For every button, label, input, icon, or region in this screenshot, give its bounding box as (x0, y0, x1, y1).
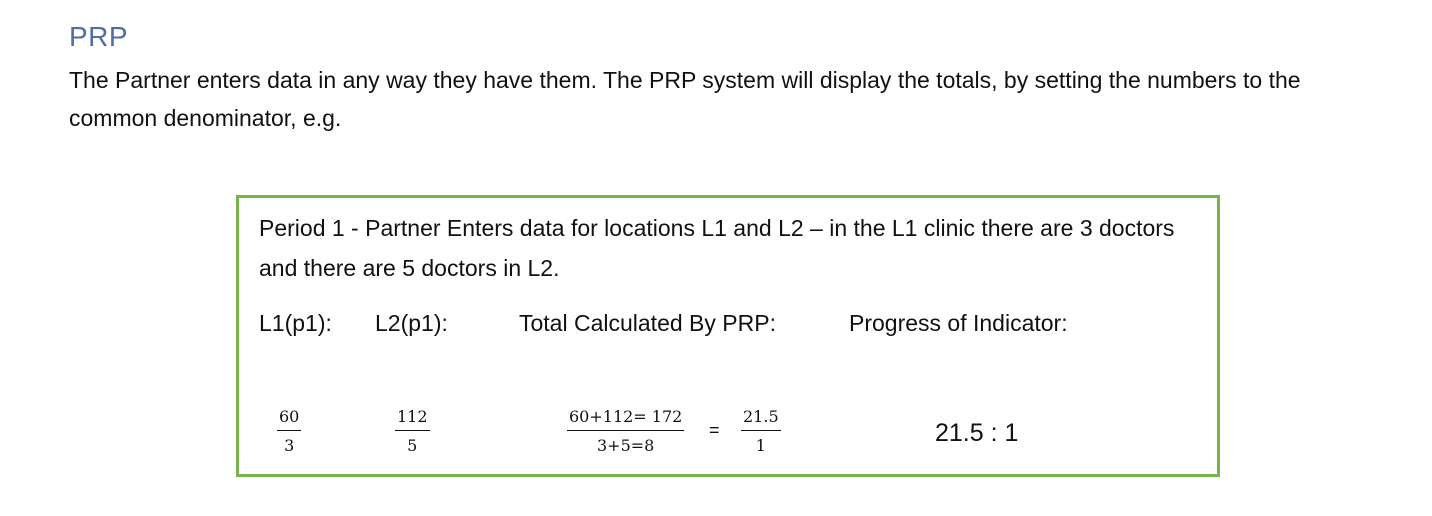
intro-paragraph: The Partner enters data in any way they … (69, 67, 1301, 131)
example-description: Period 1 - Partner Enters data for locat… (259, 215, 1175, 281)
result-fraction: 21.5 1 (741, 408, 781, 455)
l2-denominator: 5 (407, 436, 418, 455)
l1-fraction: 60 3 (277, 408, 302, 455)
l1-numerator: 60 (277, 408, 302, 431)
total-fraction: 60+112= 172 3+5=8 (567, 408, 685, 455)
progress-label: Progress of Indicator: (849, 310, 1068, 336)
l1-denominator: 3 (284, 436, 295, 455)
example-box: Period 1 - Partner Enters data for locat… (236, 195, 1220, 477)
total-denominator: 3+5=8 (596, 436, 655, 455)
l2-fraction: 112 5 (395, 408, 430, 455)
section-heading: PRP (69, 21, 129, 52)
total-numerator: 60+112= 172 (567, 408, 685, 431)
l2-label: L2(p1): (375, 310, 448, 336)
equals-sign: = (709, 420, 720, 440)
progress-value: 21.5 : 1 (935, 419, 1019, 447)
result-numerator: 21.5 (741, 408, 781, 431)
total-label: Total Calculated By PRP: (519, 310, 776, 336)
l2-numerator: 112 (395, 408, 430, 431)
result-denominator: 1 (755, 436, 766, 455)
l1-label: L1(p1): (259, 310, 332, 336)
